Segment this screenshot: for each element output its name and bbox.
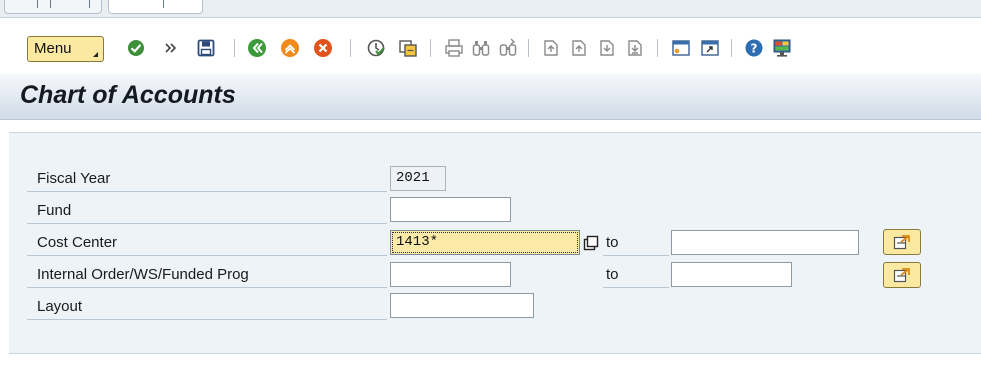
- first-page-icon[interactable]: [540, 37, 562, 59]
- top-tab-strip: [0, 0, 981, 18]
- toolbar: Menu ?: [0, 18, 981, 74]
- multiple-selection-icon: [893, 268, 910, 283]
- cost-center-from-field[interactable]: 1413*: [390, 230, 580, 255]
- cost-center-label: Cost Center: [27, 230, 387, 256]
- cost-center-to-label: to: [603, 230, 669, 256]
- get-variant-icon[interactable]: [397, 37, 419, 59]
- internal-order-from-field[interactable]: [390, 262, 511, 287]
- forward-icon[interactable]: [160, 37, 182, 59]
- create-session-icon[interactable]: [670, 37, 692, 59]
- layout-field[interactable]: [390, 293, 534, 318]
- fund-label: Fund: [27, 198, 387, 224]
- shortcut-icon[interactable]: [699, 37, 721, 59]
- check-icon[interactable]: [125, 37, 147, 59]
- settings-icon[interactable]: [771, 37, 793, 59]
- svg-text:?: ?: [751, 42, 758, 56]
- menu-button-label: Menu: [34, 40, 72, 57]
- fiscal-year-label: Fiscal Year: [27, 166, 387, 192]
- internal-order-multiple-selection-button[interactable]: [883, 262, 921, 288]
- next-page-icon[interactable]: [596, 37, 618, 59]
- layout-label: Layout: [27, 294, 387, 320]
- last-page-icon[interactable]: [624, 37, 646, 59]
- top-tab-active[interactable]: [108, 0, 203, 14]
- internal-order-to-field[interactable]: [671, 262, 792, 287]
- menu-caret-icon: [93, 52, 98, 57]
- find-icon[interactable]: [470, 37, 492, 59]
- page-title: Chart of Accounts: [20, 81, 236, 109]
- top-tab-segment[interactable]: [4, 0, 102, 14]
- copy-range-icon[interactable]: [582, 234, 600, 252]
- multiple-selection-icon: [893, 235, 910, 250]
- cost-center-label-text: Cost Center: [37, 234, 118, 251]
- internal-order-to-label: to: [603, 262, 669, 288]
- cost-center-multiple-selection-button[interactable]: [883, 229, 921, 255]
- exit-icon[interactable]: [279, 37, 301, 59]
- fund-field[interactable]: [390, 197, 511, 222]
- back-icon[interactable]: [246, 37, 268, 59]
- content-area: Fiscal Year 2021 Fund Cost Center 1413* …: [0, 120, 981, 365]
- execute-icon[interactable]: [365, 37, 387, 59]
- fiscal-year-field[interactable]: 2021: [390, 166, 446, 191]
- cost-center-to-field[interactable]: [671, 230, 859, 255]
- menu-button[interactable]: Menu: [27, 36, 104, 62]
- previous-page-icon[interactable]: [568, 37, 590, 59]
- help-icon[interactable]: ?: [743, 37, 765, 59]
- internal-order-label: Internal Order/WS/Funded Prog: [27, 262, 387, 288]
- save-icon[interactable]: [195, 37, 217, 59]
- print-icon[interactable]: [443, 37, 465, 59]
- find-next-icon[interactable]: [497, 37, 519, 59]
- cancel-icon[interactable]: [312, 37, 334, 59]
- title-bar: Chart of Accounts: [0, 74, 981, 120]
